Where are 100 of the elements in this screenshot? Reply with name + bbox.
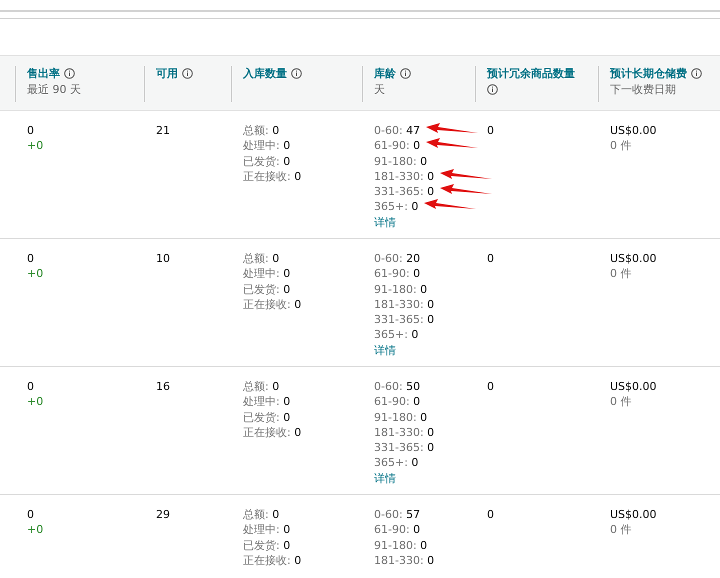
details-link[interactable]: 详情	[374, 344, 396, 357]
inbound-label: 正在接收:	[243, 170, 291, 183]
age-range-label: 61-90:	[374, 267, 410, 280]
age-value: 0	[427, 298, 434, 311]
age-value: 0	[427, 313, 434, 326]
units-value: 0 件	[610, 394, 632, 410]
units-value: 0 件	[610, 266, 632, 282]
age-range-label: 0-60:	[374, 508, 403, 521]
inbound-label: 处理中:	[243, 395, 280, 408]
excess-value: 0	[487, 507, 495, 522]
inbound-label: 处理中:	[243, 267, 280, 280]
info-icon[interactable]	[64, 68, 75, 79]
age-value: 0	[427, 441, 434, 454]
age-range-label: 0-60:	[374, 124, 403, 137]
inbound-value: 0	[283, 139, 290, 152]
age-value: 0	[411, 328, 418, 342]
inbound-value: 0	[272, 380, 280, 393]
change-value: +0	[27, 394, 44, 410]
age-range-label: 181-330:	[374, 554, 424, 567]
units-value: 0 件	[610, 138, 632, 154]
age-value: 47	[406, 124, 420, 137]
age-value: 0	[420, 410, 428, 424]
sell-through-value: 0	[27, 251, 35, 266]
details-link[interactable]: 详情	[374, 216, 396, 229]
inbound-label: 处理中:	[243, 139, 280, 152]
inbound-label: 总额:	[243, 252, 269, 265]
age-value: 0	[411, 456, 418, 470]
inbound-label: 总额:	[243, 124, 269, 137]
inbound-value: 0	[283, 282, 290, 296]
inbound-label: 已发货:	[243, 282, 280, 296]
fee-value: US$0.00	[610, 507, 658, 522]
age-value: 20	[406, 252, 420, 265]
inbound-value: 0	[294, 298, 302, 311]
age-value: 57	[406, 508, 420, 521]
change-value: +0	[27, 522, 44, 538]
age-value: 0	[420, 154, 428, 168]
inbound-value: 0	[272, 508, 280, 521]
column-header: 售出率	[27, 67, 60, 80]
change-value: +0	[27, 138, 44, 154]
sell-through-value: 0	[27, 379, 35, 394]
inbound-value: 0	[283, 538, 290, 552]
column-header: 预计冗余商品数量	[487, 67, 575, 80]
inbound-value: 0	[272, 252, 280, 265]
age-value: 0	[427, 426, 434, 439]
info-icon[interactable]	[400, 68, 411, 79]
age-value: 0	[427, 554, 434, 567]
age-range-label: 181-330:	[374, 426, 424, 439]
age-range-label: 61-90:	[374, 395, 410, 408]
fee-value: US$0.00	[610, 123, 658, 138]
age-value: 0	[420, 538, 428, 552]
fee-value: US$0.00	[610, 251, 658, 266]
info-icon[interactable]	[690, 68, 702, 79]
inbound-value: 0	[283, 410, 290, 424]
details-link[interactable]: 详情	[374, 472, 396, 485]
age-range-label: 61-90:	[374, 523, 410, 536]
excess-value: 0	[487, 123, 495, 138]
info-icon[interactable]	[182, 68, 193, 79]
inbound-label: 总额:	[243, 508, 269, 521]
available-value: 10	[156, 251, 171, 266]
inbound-value: 0	[294, 554, 302, 567]
fee-value: US$0.00	[610, 379, 658, 394]
units-value: 0 件	[610, 522, 632, 538]
inbound-value: 0	[272, 124, 280, 137]
inbound-label: 处理中:	[243, 523, 280, 536]
excess-value: 0	[487, 379, 495, 394]
inbound-label: 正在接收:	[243, 554, 291, 567]
age-value: 0	[413, 267, 420, 280]
column-header: 预计长期仓储费	[610, 67, 687, 80]
column-header: 可用	[156, 67, 178, 80]
inbound-label: 已发货:	[243, 410, 280, 424]
age-range-label: 365+:	[374, 200, 408, 214]
info-icon[interactable]	[290, 68, 302, 79]
age-value: 0	[413, 395, 420, 408]
age-range-label: 365+:	[374, 328, 408, 342]
age-range-label: 91-180:	[374, 410, 417, 424]
available-value: 16	[156, 379, 171, 394]
age-range-label: 181-330:	[374, 170, 424, 183]
sell-through-value: 0	[27, 507, 35, 522]
inbound-label: 正在接收:	[243, 298, 291, 311]
age-range-label: 91-180:	[374, 282, 417, 296]
age-value: 0	[413, 139, 420, 152]
age-value: 0	[413, 523, 420, 536]
inbound-value: 0	[294, 170, 302, 183]
change-value: +0	[27, 266, 44, 282]
column-header: 库龄	[374, 67, 396, 80]
inbound-value: 0	[283, 523, 290, 536]
column-subheader: 下一收费日期	[610, 83, 676, 96]
column-subheader: 最近 90 天	[27, 83, 81, 96]
inbound-value: 0	[283, 267, 290, 280]
inbound-label: 总额:	[243, 380, 269, 393]
inbound-value: 0	[283, 154, 290, 168]
excess-value: 0	[487, 251, 495, 266]
info-icon[interactable]	[487, 84, 498, 95]
age-range-label: 331-365:	[374, 185, 424, 198]
inbound-value: 0	[294, 426, 302, 439]
age-value: 0	[427, 185, 434, 198]
available-value: 21	[156, 123, 171, 138]
age-range-label: 91-180:	[374, 154, 417, 168]
inbound-label: 正在接收:	[243, 426, 291, 439]
column-subheader: 天	[374, 83, 385, 96]
